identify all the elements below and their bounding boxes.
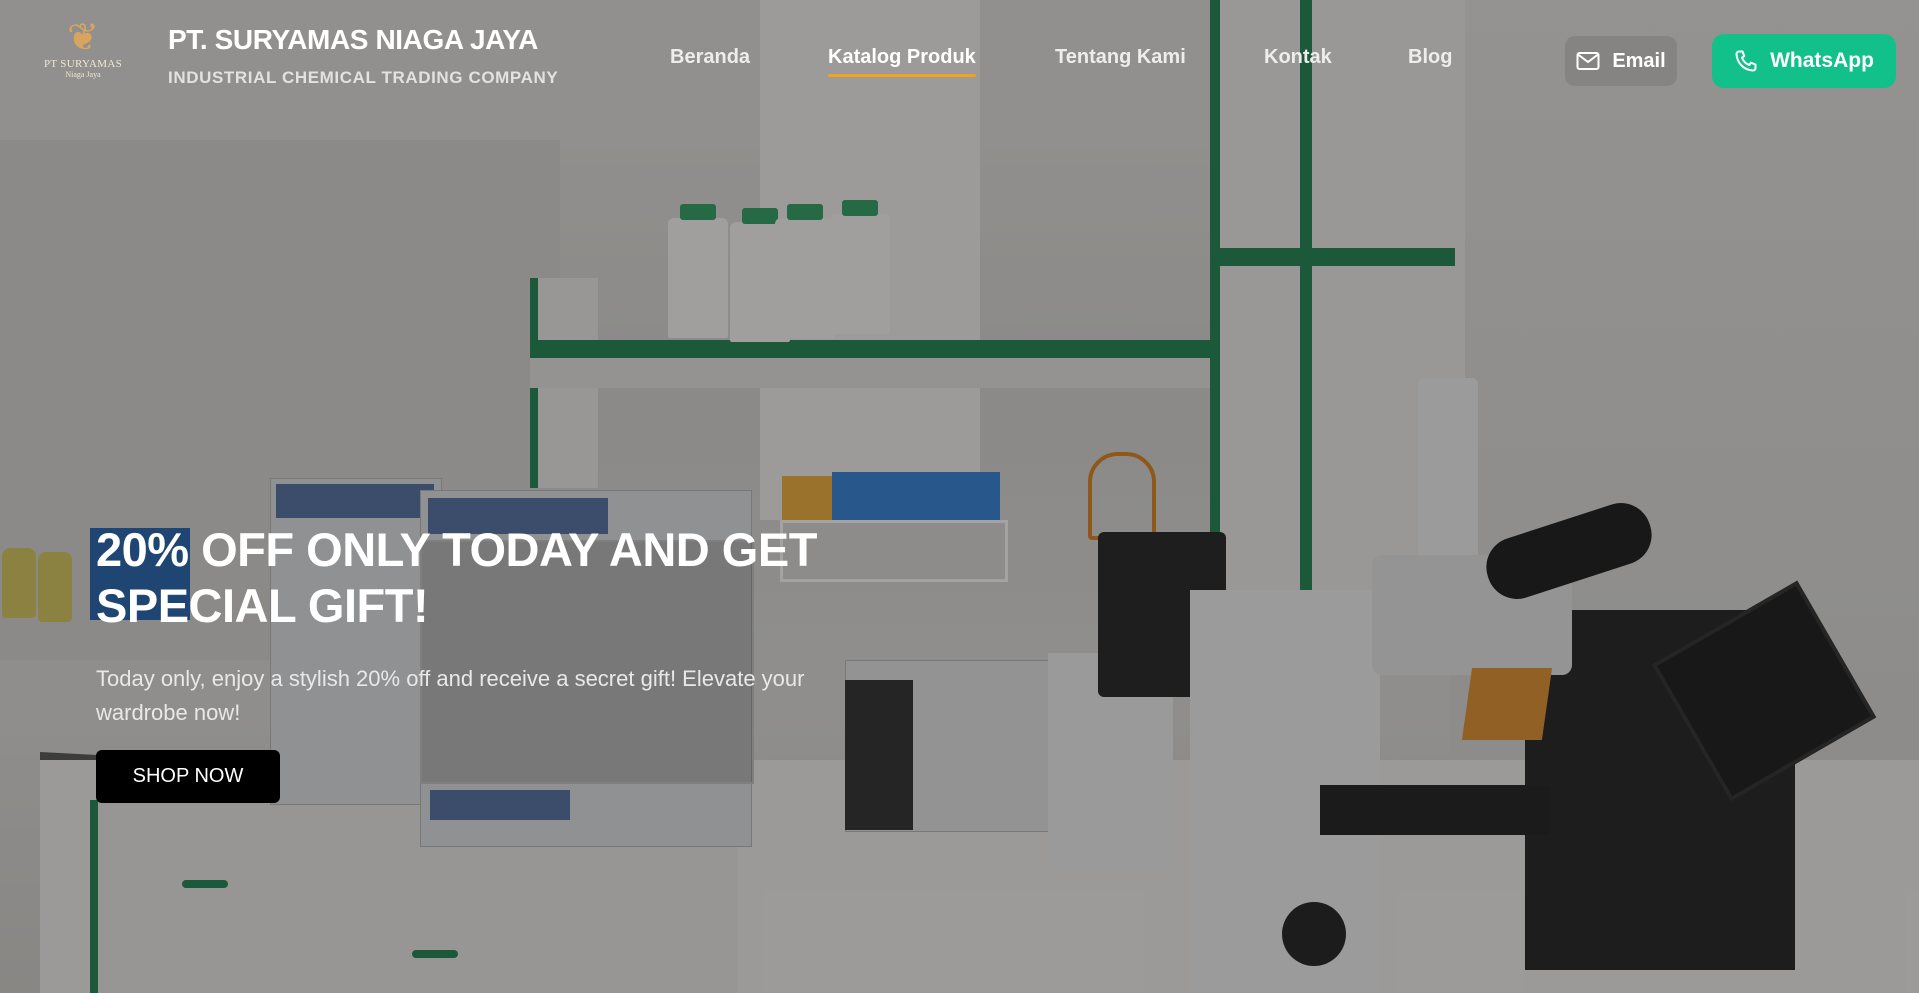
- company-name: PT. SURYAMAS NIAGA JAYA: [168, 24, 538, 55]
- hero-title: 20% OFF ONLY TODAY AND GET SPECIAL GIFT!: [96, 523, 817, 632]
- nav-item-katalog-produk[interactable]: Katalog Produk: [828, 46, 976, 77]
- hero-content: 20% OFF ONLY TODAY AND GET SPECIAL GIFT!…: [96, 522, 876, 803]
- nav-item-tentang-kami[interactable]: Tentang Kami: [1055, 46, 1186, 69]
- site-header: ❦ PT SURYAMAS Niaga Jaya PT. SURYAMAS NI…: [0, 0, 1919, 125]
- whatsapp-label: WhatsApp: [1770, 49, 1874, 72]
- email-button[interactable]: Email: [1565, 36, 1677, 86]
- brand-logo[interactable]: ❦ PT SURYAMAS Niaga Jaya: [38, 18, 128, 98]
- logo-name: PT SURYAMAS: [44, 58, 122, 70]
- nav-item-kontak[interactable]: Kontak: [1264, 46, 1332, 69]
- nav-item-beranda[interactable]: Beranda: [670, 46, 750, 69]
- logo-subtitle: Niaga Jaya: [65, 70, 101, 79]
- hero-description: Today only, enjoy a stylish 20% off and …: [96, 666, 805, 725]
- shop-now-button[interactable]: SHOP NOW: [96, 750, 280, 803]
- company-block: PT. SURYAMAS NIAGA JAYA INDUSTRIAL CHEMI…: [168, 24, 558, 88]
- mail-icon: [1576, 51, 1600, 71]
- company-tagline: INDUSTRIAL CHEMICAL TRADING COMPANY: [168, 68, 559, 87]
- nav-item-blog[interactable]: Blog: [1408, 46, 1452, 69]
- hero-section: ❦ PT SURYAMAS Niaga Jaya PT. SURYAMAS NI…: [0, 0, 1919, 993]
- hero-overlay: [0, 0, 1919, 993]
- phone-icon: [1734, 49, 1758, 73]
- leaf-emblem-icon: ❦: [67, 17, 99, 59]
- whatsapp-button[interactable]: WhatsApp: [1712, 34, 1896, 88]
- email-label: Email: [1612, 49, 1666, 72]
